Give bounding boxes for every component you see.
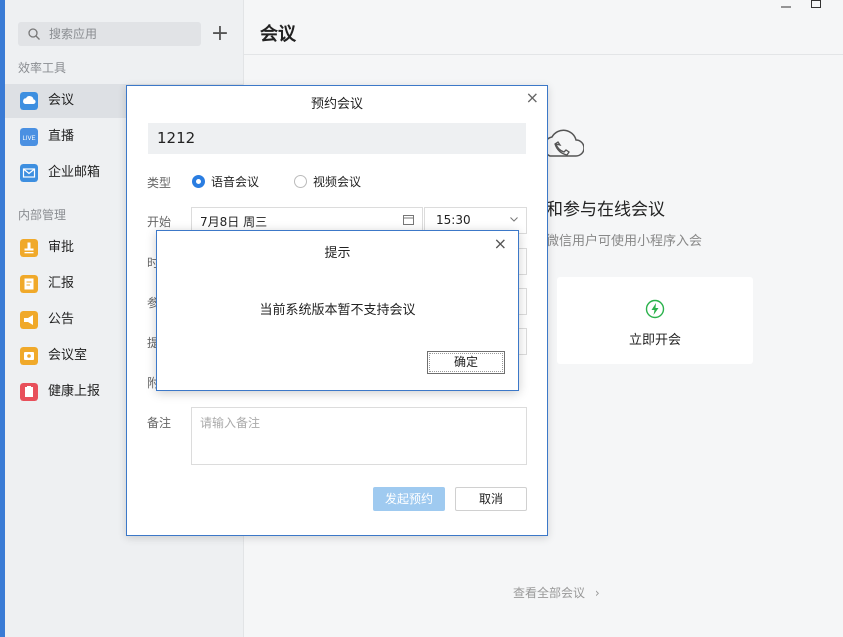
sidebar-item-label: 会议室 — [48, 348, 88, 363]
start-time-value: 15:30 — [436, 213, 471, 227]
maximize-icon[interactable] — [810, 0, 822, 8]
alert-dialog: 提示 × 当前系统版本暂不支持会议 确定 — [156, 230, 519, 391]
start-now-label: 立即开会 — [628, 333, 681, 348]
calendar-icon — [403, 215, 414, 225]
ok-button[interactable]: 确定 — [427, 351, 505, 374]
radio-video-label: 视频会议 — [313, 175, 362, 189]
page-title: 会议 — [260, 24, 296, 45]
chevron-down-icon — [510, 217, 518, 222]
minimize-icon[interactable] — [780, 2, 792, 10]
sidebar-item-label: 公告 — [48, 312, 75, 327]
notes-label: 备注 — [147, 416, 172, 430]
search-input[interactable]: 搜索应用 — [18, 22, 201, 46]
alert-title: 提示 — [324, 246, 351, 261]
mail-icon — [20, 164, 38, 182]
type-label: 类型 — [147, 176, 172, 190]
chevron-right-icon: › — [594, 586, 600, 600]
megaphone-icon — [20, 311, 38, 329]
section-title-efficiency: 效率工具 — [18, 61, 67, 75]
radio-voice-meeting[interactable] — [192, 175, 205, 188]
alert-message: 当前系统版本暂不支持会议 — [259, 303, 416, 318]
health-icon — [20, 383, 38, 401]
sidebar-item-label: 审批 — [48, 240, 75, 255]
subject-input[interactable]: 1212 — [148, 123, 526, 154]
submit-booking-button[interactable]: 发起预约 — [373, 487, 445, 511]
live-icon: LIVE — [20, 128, 38, 146]
add-app-button[interactable]: + — [210, 22, 230, 46]
svg-text:LIVE: LIVE — [22, 136, 35, 142]
radio-video-meeting[interactable] — [294, 175, 307, 188]
start-label: 开始 — [147, 215, 172, 229]
meeting-room-icon — [20, 347, 38, 365]
search-icon — [28, 28, 40, 40]
start-now-card[interactable]: 立即开会 — [557, 277, 753, 364]
divider — [244, 54, 843, 55]
dialog-title: 预约会议 — [310, 97, 363, 112]
view-all-meetings-link[interactable]: 查看全部会议 › — [513, 584, 600, 601]
notes-placeholder: 请输入备注 — [200, 416, 261, 430]
sidebar-item-label: 会议 — [48, 93, 75, 108]
start-date-value: 7月8日 周三 — [200, 215, 268, 229]
report-icon — [20, 275, 38, 293]
radio-voice-label: 语音会议 — [211, 175, 260, 189]
stamp-icon — [20, 239, 38, 257]
sidebar-item-label: 汇报 — [48, 276, 75, 291]
sidebar-item-label: 健康上报 — [48, 384, 101, 399]
notes-textarea[interactable]: 请输入备注 — [191, 407, 527, 465]
section-title-internal: 内部管理 — [18, 208, 67, 222]
lightning-icon — [645, 299, 665, 319]
cancel-button[interactable]: 取消 — [455, 487, 527, 511]
sidebar-item-label: 企业邮箱 — [48, 165, 101, 180]
bg-subtext: 微信用户可使用小程序入会 — [546, 234, 703, 249]
close-icon[interactable]: × — [494, 236, 507, 252]
search-placeholder: 搜索应用 — [49, 27, 98, 41]
close-icon[interactable]: × — [526, 90, 539, 106]
sidebar-item-label: 直播 — [48, 129, 75, 144]
cloud-icon — [20, 92, 38, 110]
view-all-label: 查看全部会议 — [513, 586, 586, 600]
bg-heading: 和参与在线会议 — [546, 200, 665, 220]
subject-value: 1212 — [157, 129, 196, 147]
